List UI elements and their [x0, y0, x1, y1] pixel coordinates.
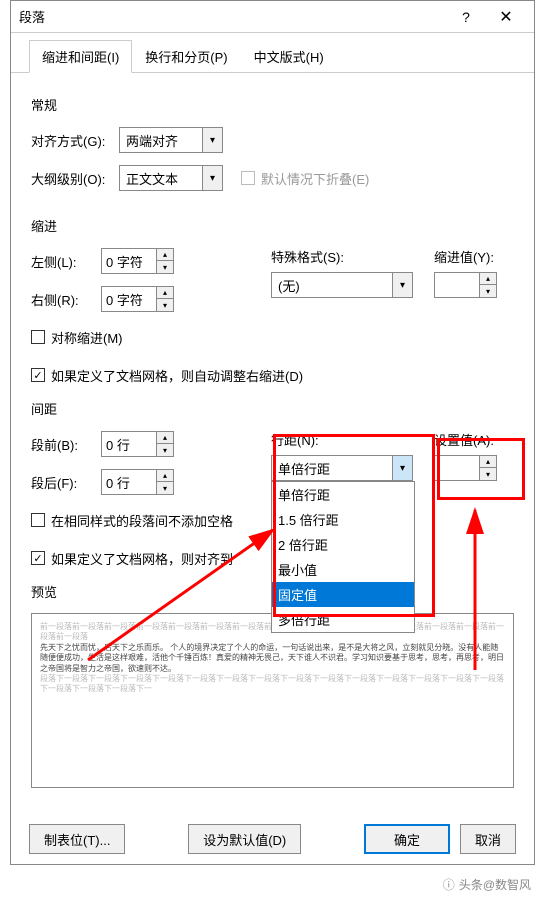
- outline-combo[interactable]: ▾: [119, 165, 223, 191]
- option-1-5[interactable]: 1.5 倍行距: [272, 507, 414, 532]
- spin-up-icon[interactable]: ▴: [157, 287, 173, 299]
- option-exactly[interactable]: 固定值: [272, 582, 414, 607]
- after-label: 段后(F):: [31, 473, 101, 492]
- collapse-checkbox: [241, 171, 255, 185]
- option-multiple[interactable]: 多倍行距: [272, 607, 414, 632]
- chevron-down-icon[interactable]: ▾: [392, 273, 412, 297]
- option-double[interactable]: 2 倍行距: [272, 532, 414, 557]
- tab-chinese[interactable]: 中文版式(H): [241, 40, 337, 73]
- tabs-button[interactable]: 制表位(T)...: [29, 824, 125, 854]
- before-label: 段前(B):: [31, 435, 101, 454]
- spin-down-icon[interactable]: ▾: [157, 261, 173, 273]
- content: 常规 对齐方式(G): ▾ 大纲级别(O): ▾ 默认情况下折叠(E) 缩进: [11, 73, 534, 800]
- outline-input[interactable]: [120, 166, 202, 190]
- right-indent-input[interactable]: [102, 287, 156, 311]
- right-indent-label: 右侧(R):: [31, 290, 101, 309]
- spin-up-icon[interactable]: ▴: [480, 273, 496, 285]
- line-spacing-input[interactable]: [272, 456, 392, 480]
- special-input[interactable]: [272, 273, 392, 297]
- at-spinner[interactable]: ▴▾: [434, 455, 497, 481]
- after-spinner[interactable]: ▴▾: [101, 469, 174, 495]
- chevron-down-icon[interactable]: ▾: [202, 166, 222, 190]
- spin-down-icon[interactable]: ▾: [480, 468, 496, 480]
- paragraph-dialog: 段落 ? ✕ 缩进和间距(I) 换行和分页(P) 中文版式(H) 常规 对齐方式…: [10, 0, 535, 865]
- indent-grid-label: 如果定义了文档网格，则自动调整右缩进(D): [51, 366, 303, 385]
- at-label: 设置值(A):: [434, 430, 514, 449]
- before-spinner[interactable]: ▴▾: [101, 431, 174, 457]
- spin-down-icon[interactable]: ▾: [480, 285, 496, 297]
- nospace-checkbox[interactable]: [31, 513, 45, 527]
- tab-line-page[interactable]: 换行和分页(P): [132, 40, 240, 73]
- button-bar: 制表位(T)... 设为默认值(D) 确定 取消: [29, 824, 516, 854]
- watermark-text: 头条@数智风: [459, 876, 531, 893]
- indent-grid-checkbox[interactable]: ✓: [31, 368, 45, 382]
- preview-gray2: 段落下一段落下一段落下一段落下一段落下一段落下一段落下一段落下一段落下一段落下一…: [40, 674, 505, 695]
- cancel-button[interactable]: 取消: [460, 824, 516, 854]
- collapse-label: 默认情况下折叠(E): [261, 169, 369, 188]
- default-button[interactable]: 设为默认值(D): [188, 824, 301, 854]
- general-title: 常规: [31, 95, 514, 114]
- before-input[interactable]: [102, 432, 156, 456]
- spin-down-icon[interactable]: ▾: [157, 482, 173, 494]
- spin-up-icon[interactable]: ▴: [157, 432, 173, 444]
- chevron-down-icon[interactable]: ▾: [392, 456, 412, 480]
- spin-up-icon[interactable]: ▴: [480, 456, 496, 468]
- left-indent-label: 左侧(L):: [31, 252, 101, 271]
- chevron-down-icon[interactable]: ▾: [202, 128, 222, 152]
- align-combo[interactable]: ▾: [119, 127, 223, 153]
- watermark: ⓘ 头条@数智风: [443, 876, 531, 893]
- annotation-arrow-2: [455, 500, 495, 680]
- after-input[interactable]: [102, 470, 156, 494]
- mirror-checkbox[interactable]: [31, 330, 45, 344]
- close-button[interactable]: ✕: [486, 2, 526, 32]
- special-label: 特殊格式(S):: [271, 247, 414, 266]
- outline-label: 大纲级别(O):: [31, 169, 119, 188]
- right-indent-spinner[interactable]: ▴▾: [101, 286, 174, 312]
- dialog-title: 段落: [19, 7, 446, 26]
- titlebar: 段落 ? ✕: [11, 1, 534, 33]
- ok-button[interactable]: 确定: [364, 824, 450, 854]
- line-spacing-dropdown[interactable]: 单倍行距 1.5 倍行距 2 倍行距 最小值 固定值 多倍行距: [271, 481, 415, 633]
- spin-up-icon[interactable]: ▴: [157, 249, 173, 261]
- spacing-grid-checkbox[interactable]: ✓: [31, 551, 45, 565]
- align-input[interactable]: [120, 128, 202, 152]
- spacing-title: 间距: [31, 399, 514, 418]
- option-single[interactable]: 单倍行距: [272, 482, 414, 507]
- line-spacing-combo[interactable]: ▾: [271, 455, 413, 481]
- help-button[interactable]: ?: [446, 2, 486, 32]
- tab-indent-spacing[interactable]: 缩进和间距(I): [29, 40, 132, 73]
- info-icon: ⓘ: [443, 876, 455, 893]
- left-indent-input[interactable]: [102, 249, 156, 273]
- left-indent-spinner[interactable]: ▴▾: [101, 248, 174, 274]
- mirror-label: 对称缩进(M): [51, 328, 123, 347]
- special-combo[interactable]: ▾: [271, 272, 413, 298]
- indent-title: 缩进: [31, 216, 514, 235]
- align-label: 对齐方式(G):: [31, 131, 119, 150]
- indent-by-input[interactable]: [435, 273, 479, 297]
- spin-down-icon[interactable]: ▾: [157, 299, 173, 311]
- option-atleast[interactable]: 最小值: [272, 557, 414, 582]
- line-spacing-label: 行距(N):: [271, 430, 414, 449]
- annotation-arrow-1: [78, 520, 288, 670]
- spin-up-icon[interactable]: ▴: [157, 470, 173, 482]
- indent-by-label: 缩进值(Y):: [434, 247, 514, 266]
- spin-down-icon[interactable]: ▾: [157, 444, 173, 456]
- tabs: 缩进和间距(I) 换行和分页(P) 中文版式(H): [11, 33, 534, 73]
- at-input[interactable]: [435, 456, 479, 480]
- indent-by-spinner[interactable]: ▴▾: [434, 272, 497, 298]
